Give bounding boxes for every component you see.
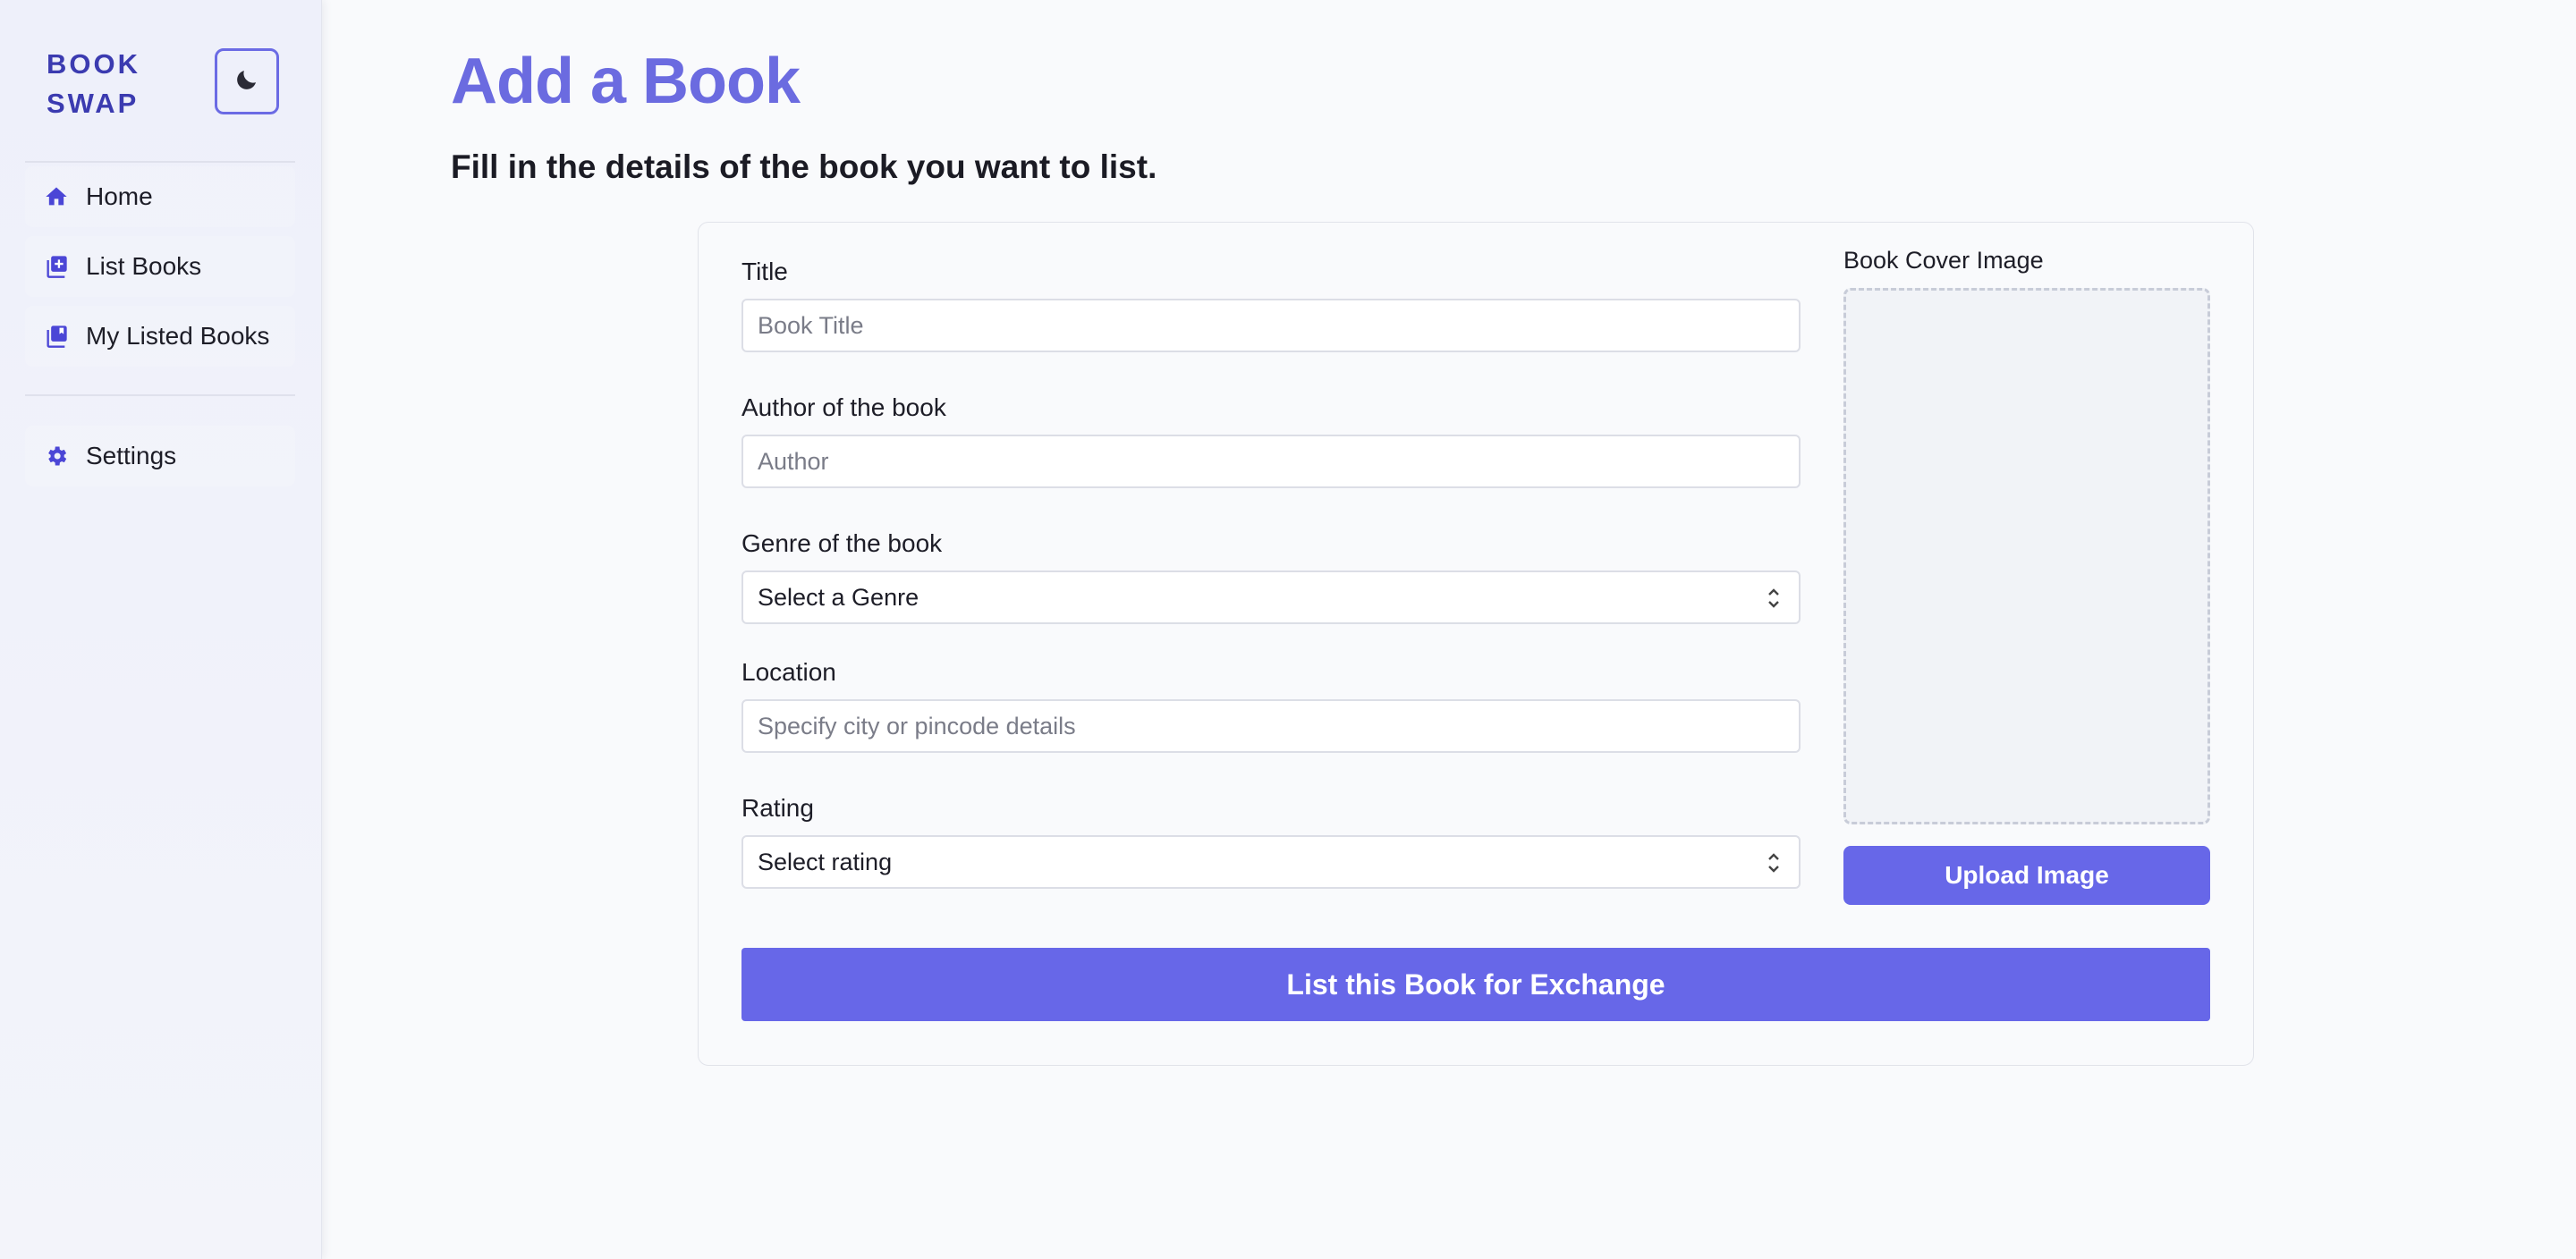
sidebar-item-label: Home — [86, 182, 153, 210]
sidebar-item-label: My Listed Books — [86, 322, 270, 350]
chevron-up-down-icon — [1765, 585, 1783, 612]
brand-logo-text: BOOK SWAP — [47, 48, 140, 119]
sidebar: BOOK SWAP Home List Books My Listed Book… — [0, 0, 322, 1259]
genre-select[interactable]: Select a Genre — [741, 570, 1801, 624]
library-icon — [43, 323, 70, 350]
title-label: Title — [741, 258, 788, 285]
theme-toggle-button[interactable] — [215, 48, 279, 114]
rating-select-value: Select rating — [758, 848, 893, 875]
sidebar-divider-bottom — [25, 394, 295, 396]
list-book-submit-button[interactable]: List this Book for Exchange — [741, 948, 2210, 1021]
author-input[interactable] — [741, 435, 1801, 488]
moon-icon — [233, 66, 260, 97]
sidebar-item-label: Settings — [86, 442, 177, 469]
gear-icon — [43, 443, 70, 469]
rating-select[interactable]: Select rating — [741, 835, 1801, 889]
title-input[interactable] — [741, 299, 1801, 352]
genre-label: Genre of the book — [741, 529, 943, 557]
author-label: Author of the book — [741, 393, 946, 421]
sidebar-divider-top — [25, 161, 295, 163]
add-book-icon — [43, 253, 70, 280]
app-root: BOOK SWAP Home List Books My Listed Book… — [0, 0, 2576, 1259]
page-title: Add a Book — [451, 46, 801, 117]
sidebar-item-list-books[interactable]: List Books — [25, 236, 295, 297]
cover-image-dropzone[interactable] — [1843, 288, 2210, 824]
rating-label: Rating — [741, 794, 814, 822]
genre-select-value: Select a Genre — [758, 583, 919, 611]
chevron-up-down-icon — [1765, 849, 1783, 876]
sidebar-item-home[interactable]: Home — [25, 166, 295, 227]
sidebar-item-settings[interactable]: Settings — [25, 426, 295, 486]
sidebar-item-label: List Books — [86, 252, 202, 280]
sidebar-item-my-listed-books[interactable]: My Listed Books — [25, 306, 295, 367]
upload-image-button[interactable]: Upload Image — [1843, 846, 2210, 905]
home-icon — [43, 183, 70, 210]
page-subtitle: Fill in the details of the book you want… — [451, 148, 1157, 185]
cover-image-label: Book Cover Image — [1843, 247, 2044, 274]
location-label: Location — [741, 658, 836, 686]
location-input[interactable] — [741, 699, 1801, 753]
